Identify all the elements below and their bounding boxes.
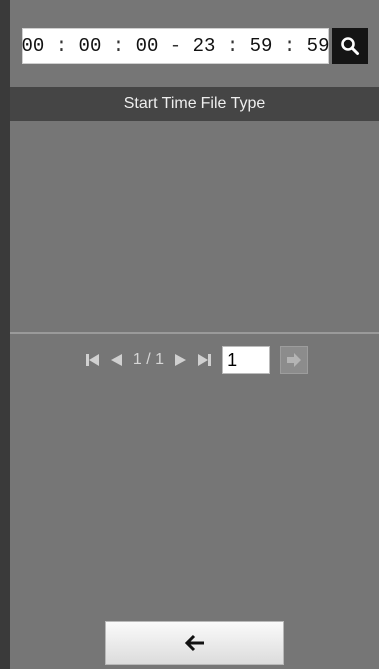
back-button[interactable] [105, 621, 284, 665]
search-row: 00 : 00 : 00 - 23 : 59 : 59 [22, 28, 368, 66]
go-page-button[interactable] [280, 346, 309, 374]
last-page-icon[interactable] [195, 352, 213, 368]
colon-sep: : [44, 35, 79, 57]
column-file-type: File Type [200, 95, 266, 112]
search-button[interactable] [332, 28, 368, 64]
page-number-input[interactable] [222, 346, 271, 374]
file-list-header: Start Time File Type [10, 87, 379, 121]
next-page-icon[interactable] [171, 352, 189, 368]
first-page-icon[interactable] [84, 352, 102, 368]
start-minute[interactable]: 00 [79, 35, 102, 57]
page-info: 1 / 1 [132, 351, 165, 368]
file-list [10, 121, 379, 332]
back-arrow-icon [184, 634, 204, 652]
pagination: 1 / 1 [10, 344, 379, 376]
time-range-field[interactable]: 00 : 00 : 00 - 23 : 59 : 59 [22, 28, 329, 64]
colon-sep: : [272, 35, 307, 57]
colon-sep: : [101, 35, 136, 57]
start-second[interactable]: 00 [136, 35, 159, 57]
end-minute[interactable]: 59 [250, 35, 273, 57]
range-separator: - [158, 35, 193, 57]
left-border [0, 0, 10, 669]
prev-page-icon[interactable] [108, 352, 126, 368]
playback-search-panel: 00 : 00 : 00 - 23 : 59 : 59 Start Time F… [10, 0, 379, 669]
search-icon [341, 37, 359, 55]
go-arrow-icon [287, 353, 302, 367]
end-second[interactable]: 59 [307, 35, 330, 57]
start-hour[interactable]: 00 [22, 35, 45, 57]
divider [10, 332, 379, 334]
colon-sep: : [215, 35, 250, 57]
end-hour[interactable]: 23 [193, 35, 216, 57]
column-start-time: Start Time [123, 95, 197, 112]
